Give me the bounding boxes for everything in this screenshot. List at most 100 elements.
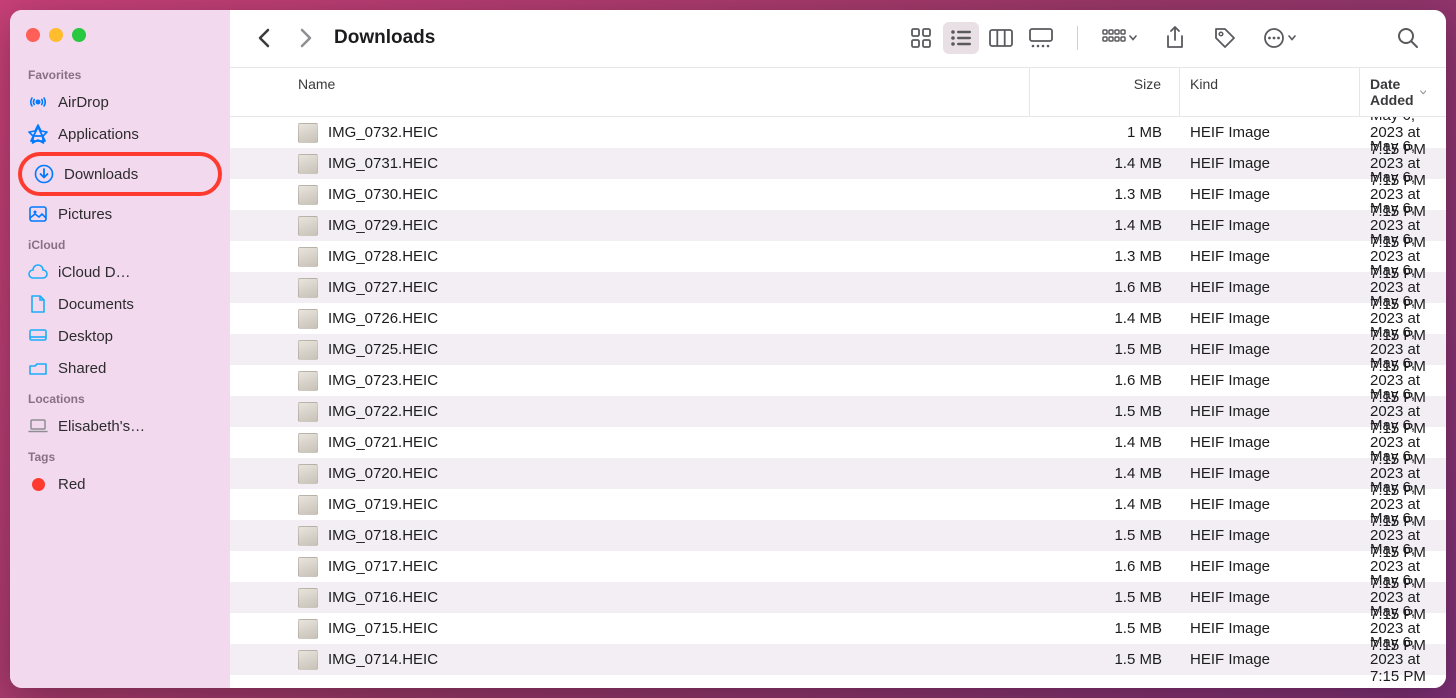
close-button[interactable] — [26, 28, 40, 42]
file-row[interactable]: IMG_0729.HEIC 1.4 MB HEIF Image May 6, 2… — [230, 210, 1446, 241]
downloads-icon — [34, 164, 54, 184]
sidebar-item-applications[interactable]: Applications — [18, 118, 222, 150]
action-menu-button[interactable] — [1257, 22, 1302, 54]
file-row[interactable]: IMG_0716.HEIC 1.5 MB HEIF Image May 6, 2… — [230, 582, 1446, 613]
file-name: IMG_0726.HEIC — [328, 310, 438, 327]
file-kind: HEIF Image — [1180, 372, 1360, 389]
sidebar-item-desktop[interactable]: Desktop — [18, 320, 222, 352]
maximize-button[interactable] — [72, 28, 86, 42]
list-view-button[interactable] — [943, 22, 979, 54]
sidebar-item-elisabeths[interactable]: Elisabeth's… — [18, 410, 222, 442]
file-thumbnail-icon — [298, 185, 318, 205]
file-row[interactable]: IMG_0730.HEIC 1.3 MB HEIF Image May 6, 2… — [230, 179, 1446, 210]
cloud-icon — [28, 262, 48, 282]
file-row[interactable]: IMG_0718.HEIC 1.5 MB HEIF Image May 6, 2… — [230, 520, 1446, 551]
file-row[interactable]: IMG_0715.HEIC 1.5 MB HEIF Image May 6, 2… — [230, 613, 1446, 644]
sidebar-section-header: Favorites — [18, 60, 222, 86]
file-thumbnail-icon — [298, 371, 318, 391]
file-row[interactable]: IMG_0723.HEIC 1.6 MB HEIF Image May 6, 2… — [230, 365, 1446, 396]
file-name: IMG_0717.HEIC — [328, 558, 438, 575]
sidebar: FavoritesAirDropApplications Downloads Pic… — [10, 10, 230, 688]
sidebar-item-label: Red — [58, 476, 86, 493]
file-size: 1 MB — [1030, 124, 1180, 141]
minimize-button[interactable] — [49, 28, 63, 42]
file-thumbnail-icon — [298, 402, 318, 422]
file-name: IMG_0714.HEIC — [328, 651, 438, 668]
tags-button[interactable] — [1207, 22, 1243, 54]
share-button[interactable] — [1157, 22, 1193, 54]
file-row[interactable]: IMG_0726.HEIC 1.4 MB HEIF Image May 6, 2… — [230, 303, 1446, 334]
file-row[interactable]: IMG_0727.HEIC 1.6 MB HEIF Image May 6, 2… — [230, 272, 1446, 303]
file-name: IMG_0718.HEIC — [328, 527, 438, 544]
file-size: 1.4 MB — [1030, 217, 1180, 234]
view-mode-group — [903, 22, 1059, 54]
file-kind: HEIF Image — [1180, 124, 1360, 141]
sidebar-section-header: iCloud — [18, 230, 222, 256]
search-button[interactable] — [1390, 22, 1426, 54]
file-name: IMG_0732.HEIC — [328, 124, 438, 141]
file-thumbnail-icon — [298, 588, 318, 608]
file-row[interactable]: IMG_0717.HEIC 1.6 MB HEIF Image May 6, 2… — [230, 551, 1446, 582]
group-by-button[interactable] — [1096, 22, 1143, 54]
file-list[interactable]: IMG_0732.HEIC 1 MB HEIF Image May 6, 202… — [230, 117, 1446, 688]
tag-red-icon — [28, 474, 48, 494]
file-row[interactable]: IMG_0731.HEIC 1.4 MB HEIF Image May 6, 2… — [230, 148, 1446, 179]
chevron-down-icon — [1129, 35, 1137, 41]
file-name: IMG_0727.HEIC — [328, 279, 438, 296]
file-row[interactable]: IMG_0732.HEIC 1 MB HEIF Image May 6, 202… — [230, 117, 1446, 148]
window-title: Downloads — [334, 27, 435, 49]
file-kind: HEIF Image — [1180, 496, 1360, 513]
file-thumbnail-icon — [298, 309, 318, 329]
file-row[interactable]: IMG_0725.HEIC 1.5 MB HEIF Image May 6, 2… — [230, 334, 1446, 365]
chevron-down-icon — [1420, 89, 1426, 96]
sidebar-item-label: iCloud D… — [58, 264, 131, 281]
file-name: IMG_0728.HEIC — [328, 248, 438, 265]
sidebar-item-downloads[interactable]: Downloads — [18, 152, 222, 196]
file-size: 1.6 MB — [1030, 372, 1180, 389]
file-row[interactable]: IMG_0728.HEIC 1.3 MB HEIF Image May 6, 2… — [230, 241, 1446, 272]
sidebar-item-documents[interactable]: Documents — [18, 288, 222, 320]
file-name: IMG_0725.HEIC — [328, 341, 438, 358]
file-row[interactable]: IMG_0714.HEIC 1.5 MB HEIF Image May 6, 2… — [230, 644, 1446, 675]
file-name: IMG_0722.HEIC — [328, 403, 438, 420]
file-size: 1.4 MB — [1030, 465, 1180, 482]
file-row[interactable]: IMG_0721.HEIC 1.4 MB HEIF Image May 6, 2… — [230, 427, 1446, 458]
file-thumbnail-icon — [298, 247, 318, 267]
sidebar-section-header: Tags — [18, 442, 222, 468]
file-thumbnail-icon — [298, 526, 318, 546]
column-header-kind[interactable]: Kind — [1180, 68, 1360, 116]
forward-button[interactable] — [292, 24, 320, 52]
gallery-view-button[interactable] — [1023, 22, 1059, 54]
column-view-button[interactable] — [983, 22, 1019, 54]
sidebar-item-label: Downloads — [64, 166, 138, 183]
chevron-down-icon — [1288, 35, 1296, 41]
file-name: IMG_0715.HEIC — [328, 620, 438, 637]
shared-icon — [28, 358, 48, 378]
icon-view-button[interactable] — [903, 22, 939, 54]
file-kind: HEIF Image — [1180, 310, 1360, 327]
column-header-name[interactable]: Name — [288, 68, 1030, 116]
file-row[interactable]: IMG_0722.HEIC 1.5 MB HEIF Image May 6, 2… — [230, 396, 1446, 427]
sidebar-item-pictures[interactable]: Pictures — [18, 198, 222, 230]
file-kind: HEIF Image — [1180, 217, 1360, 234]
file-row[interactable]: IMG_0719.HEIC 1.4 MB HEIF Image May 6, 2… — [230, 489, 1446, 520]
file-size: 1.5 MB — [1030, 651, 1180, 668]
column-header-date-added[interactable]: Date Added — [1360, 68, 1446, 116]
sidebar-item-shared[interactable]: Shared — [18, 352, 222, 384]
sidebar-item-airdrop[interactable]: AirDrop — [18, 86, 222, 118]
column-header-size[interactable]: Size — [1030, 68, 1180, 116]
file-kind: HEIF Image — [1180, 589, 1360, 606]
file-size: 1.4 MB — [1030, 434, 1180, 451]
file-thumbnail-icon — [298, 340, 318, 360]
file-kind: HEIF Image — [1180, 403, 1360, 420]
file-row[interactable]: IMG_0720.HEIC 1.4 MB HEIF Image May 6, 2… — [230, 458, 1446, 489]
back-button[interactable] — [250, 24, 278, 52]
file-name: IMG_0723.HEIC — [328, 372, 438, 389]
sidebar-item-icloudd[interactable]: iCloud D… — [18, 256, 222, 288]
file-thumbnail-icon — [298, 650, 318, 670]
column-header-date-label: Date Added — [1370, 76, 1420, 108]
sidebar-item-red[interactable]: Red — [18, 468, 222, 500]
file-size: 1.6 MB — [1030, 558, 1180, 575]
file-kind: HEIF Image — [1180, 341, 1360, 358]
file-kind: HEIF Image — [1180, 465, 1360, 482]
